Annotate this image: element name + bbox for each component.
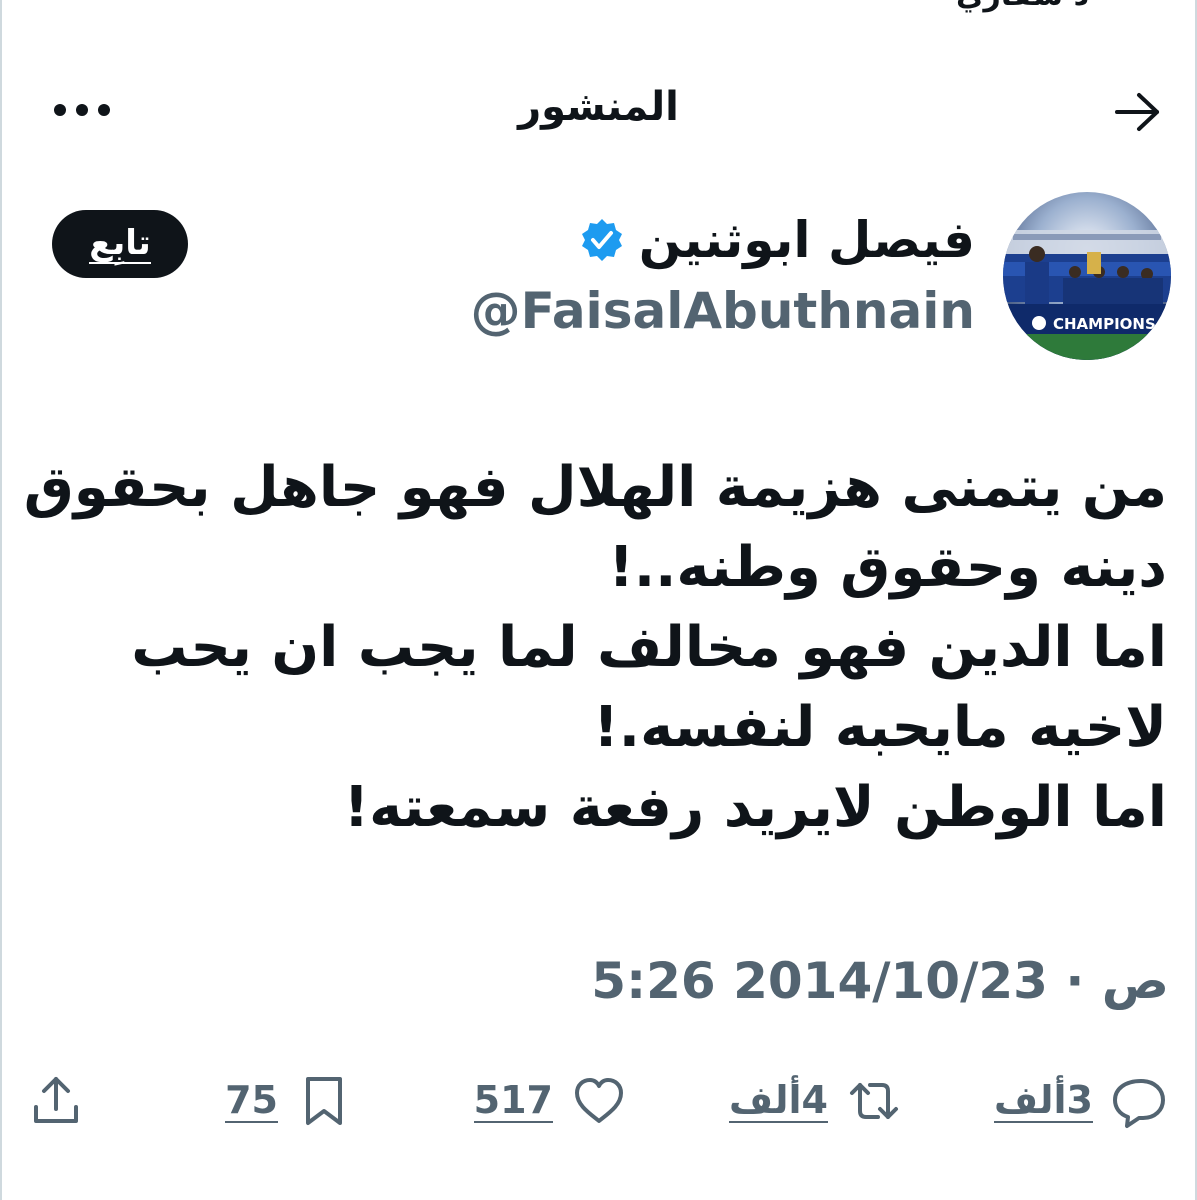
frame-border-left bbox=[0, 0, 2, 1200]
avatar-caption: CHAMPIONS bbox=[1053, 315, 1156, 333]
author-name-row[interactable]: فيصل ابوثنين bbox=[579, 210, 975, 270]
avatar[interactable]: CHAMPIONS bbox=[1003, 192, 1171, 360]
verified-badge-icon bbox=[581, 219, 622, 261]
bookmark-icon bbox=[306, 1077, 342, 1125]
like-button[interactable]: 517 bbox=[473, 1066, 627, 1136]
page-title: المنشور bbox=[518, 84, 679, 130]
tweet-line: اما الدين فهو مخالف لما يجب ان يحب bbox=[131, 615, 1167, 680]
avatar-image: CHAMPIONS bbox=[1003, 192, 1171, 360]
bookmark-count[interactable]: 75 bbox=[225, 1079, 278, 1123]
cropped-top-text: د سفاري bbox=[956, 0, 1089, 13]
post-header: المنشور bbox=[0, 60, 1197, 160]
tweet-line: اما الوطن لايريد رفعة سمعته! bbox=[343, 775, 1167, 840]
tweet-text: من يتمنى هزيمة الهلال فهو جاهل بحقوق دين… bbox=[23, 448, 1167, 848]
author-name[interactable]: فيصل ابوثنين bbox=[639, 210, 975, 270]
tweet-actions: 3ألف 4ألف 517 75 bbox=[0, 1066, 1197, 1136]
retweet-button[interactable]: 4ألف bbox=[728, 1066, 902, 1136]
bookmark-button[interactable]: 75 bbox=[225, 1066, 352, 1136]
reply-count[interactable]: 3ألف bbox=[993, 1079, 1093, 1123]
more-horizontal-icon[interactable] bbox=[52, 100, 112, 120]
reply-button[interactable]: 3ألف bbox=[993, 1066, 1167, 1136]
share-icon bbox=[34, 1077, 78, 1123]
tweet-line: لاخيه مايحبه لنفسه.! bbox=[593, 695, 1167, 760]
follow-button-label: تابِع bbox=[89, 223, 151, 264]
tweet-line: من يتمنى هزيمة الهلال فهو جاهل بحقوق bbox=[23, 455, 1167, 520]
retweet-count[interactable]: 4ألف bbox=[728, 1079, 828, 1123]
tweet-line: دينه وحقوق وطنه..! bbox=[608, 535, 1167, 600]
author-handle[interactable]: @FaisalAbuthnain bbox=[471, 282, 975, 340]
follow-button[interactable]: تابِع bbox=[52, 210, 188, 278]
reply-icon bbox=[1113, 1079, 1165, 1128]
like-count[interactable]: 517 bbox=[473, 1079, 553, 1123]
share-button[interactable] bbox=[28, 1066, 84, 1136]
heart-icon bbox=[575, 1078, 623, 1123]
tweet-timestamp[interactable]: 5:26 ص · 2014/10/23 bbox=[591, 952, 1169, 1010]
retweet-icon bbox=[850, 1083, 898, 1119]
